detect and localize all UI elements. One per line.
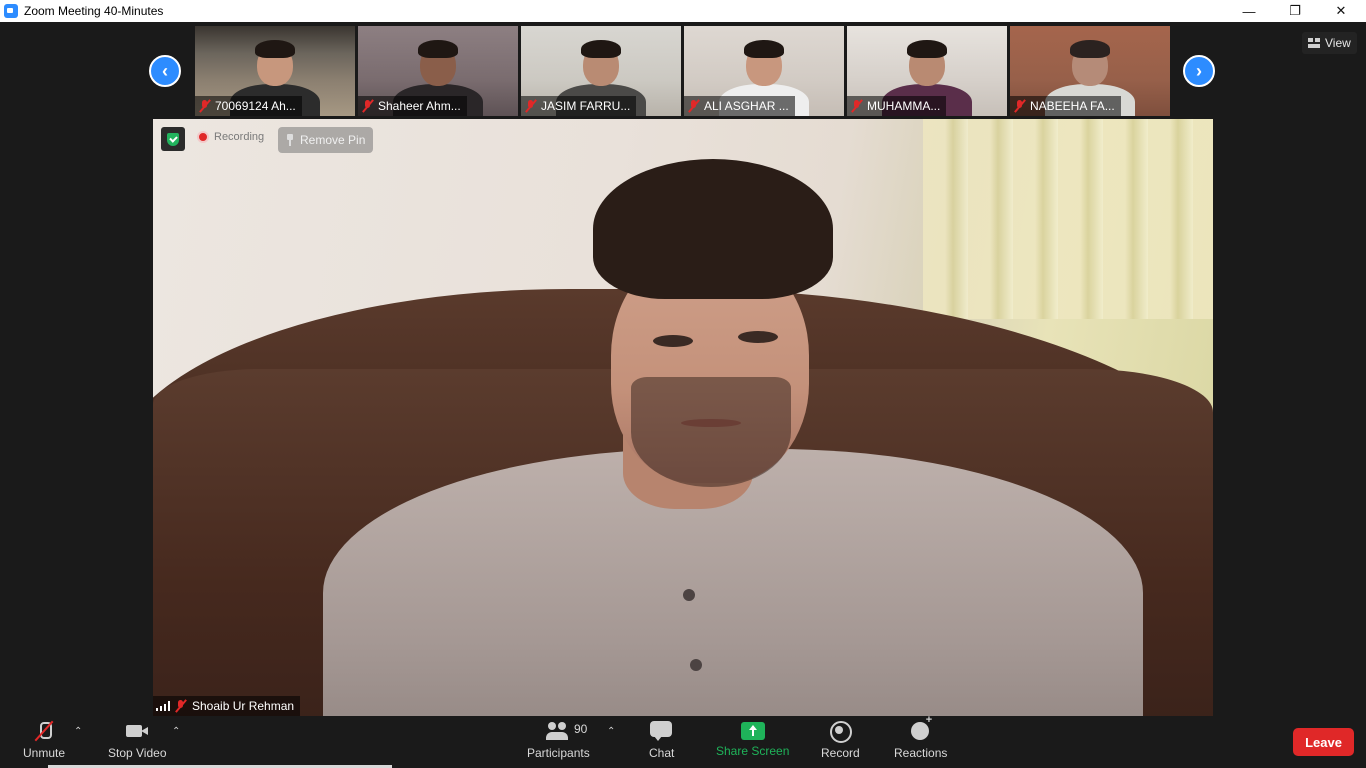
video-options-caret[interactable]: ⌃ <box>172 726 180 737</box>
restore-button[interactable]: ❐ <box>1272 0 1318 22</box>
reactions-label: Reactions <box>894 746 948 760</box>
recording-indicator: Recording <box>197 131 264 143</box>
participant-thumbnail[interactable]: ALI ASGHAR ... <box>684 26 844 116</box>
meeting-toolbar: Unmute ⌃ Stop Video ⌃ Participants 90 ⌃ … <box>0 714 1366 768</box>
restore-icon: ❐ <box>1289 3 1301 18</box>
participant-name: NABEEHA FA... <box>1030 99 1115 113</box>
share-screen-label: Share Screen <box>716 744 790 758</box>
previous-page-button[interactable]: ‹ <box>149 55 181 87</box>
speaker-name: Shoaib Ur Rehman <box>192 699 295 713</box>
pin-icon <box>286 134 294 146</box>
muted-mic-icon <box>688 99 700 113</box>
participant-thumbnail[interactable]: NABEEHA FA... <box>1010 26 1170 116</box>
close-icon: ✕ <box>1335 3 1347 18</box>
record-button[interactable]: Record <box>821 720 860 760</box>
muted-mic-icon <box>525 99 537 113</box>
record-icon <box>828 720 853 743</box>
record-label: Record <box>821 746 860 760</box>
muted-mic-icon <box>362 99 374 113</box>
share-screen-button[interactable]: Share Screen <box>716 720 789 758</box>
pinned-video[interactable]: Recording Remove Pin Shoaib Ur Rehman <box>153 119 1213 716</box>
security-button[interactable] <box>161 127 185 151</box>
participant-label: NABEEHA FA... <box>1010 96 1121 116</box>
title-bar: Zoom Meeting 40-Minutes — ❐ ✕ <box>0 0 1366 22</box>
meeting-area: ‹ 70069124 Ah... Shaheer Ahm... JASIM FA… <box>0 22 1366 716</box>
close-button[interactable]: ✕ <box>1318 0 1364 22</box>
remove-pin-label: Remove Pin <box>300 133 366 147</box>
unmute-label: Unmute <box>23 746 66 760</box>
share-screen-icon <box>740 722 765 740</box>
participants-count: 90 <box>574 722 588 736</box>
remove-pin-button[interactable]: Remove Pin <box>278 127 374 153</box>
chat-icon <box>649 720 674 742</box>
view-button[interactable]: View <box>1302 32 1357 54</box>
minimize-button[interactable]: — <box>1226 0 1272 22</box>
participant-name: 70069124 Ah... <box>215 99 296 113</box>
participant-label: ALI ASGHAR ... <box>684 96 795 116</box>
audio-options-caret[interactable]: ⌃ <box>74 726 82 737</box>
chevron-left-icon: ‹ <box>162 60 168 81</box>
participant-thumbnail[interactable]: Shaheer Ahm... <box>358 26 518 116</box>
speaker-label: Shoaib Ur Rehman <box>153 696 301 716</box>
participants-icon <box>546 720 570 742</box>
zoom-app-icon <box>4 4 18 18</box>
signal-icon <box>156 701 170 711</box>
unmute-button[interactable]: Unmute <box>23 720 65 760</box>
reactions-icon <box>909 714 933 742</box>
grid-view-icon <box>1308 38 1320 48</box>
participant-label: 70069124 Ah... <box>195 96 302 116</box>
participant-thumbnail[interactable]: MUHAMMA... <box>847 26 1007 116</box>
participant-label: JASIM FARRU... <box>521 96 637 116</box>
leave-label: Leave <box>1305 734 1342 750</box>
participants-label: Participants <box>527 746 590 760</box>
recording-label: Recording <box>214 131 265 143</box>
muted-mic-icon <box>1014 99 1026 113</box>
chat-label: Chat <box>649 746 675 760</box>
minimize-icon: — <box>1242 3 1256 19</box>
participant-name: Shaheer Ahm... <box>378 99 461 113</box>
security-shield-icon <box>167 132 179 146</box>
window-title: Zoom Meeting 40-Minutes <box>24 4 164 18</box>
muted-mic-icon <box>851 99 863 113</box>
recording-dot-icon <box>197 131 209 143</box>
participant-label: Shaheer Ahm... <box>358 96 467 116</box>
participant-name: MUHAMMA... <box>867 99 941 113</box>
microphone-icon <box>32 720 56 742</box>
muted-mic-icon <box>199 99 211 113</box>
participants-options-caret[interactable]: ⌃ <box>607 726 615 737</box>
participant-name: JASIM FARRU... <box>541 99 631 113</box>
stop-video-label: Stop Video <box>108 746 167 760</box>
chevron-right-icon: › <box>1196 60 1202 81</box>
chat-button[interactable]: Chat <box>649 720 674 760</box>
stop-video-button[interactable]: Stop Video <box>108 720 167 760</box>
muted-mic-icon <box>175 699 187 713</box>
participant-thumbnail[interactable]: 70069124 Ah... <box>195 26 355 116</box>
view-label: View <box>1325 36 1351 50</box>
participant-label: MUHAMMA... <box>847 96 947 116</box>
reactions-button[interactable]: Reactions <box>894 714 948 760</box>
participant-name: ALI ASGHAR ... <box>704 99 789 113</box>
video-camera-icon <box>125 720 149 742</box>
next-page-button[interactable]: › <box>1183 55 1215 87</box>
participant-thumbnail[interactable]: JASIM FARRU... <box>521 26 681 116</box>
leave-button[interactable]: Leave <box>1293 728 1354 756</box>
